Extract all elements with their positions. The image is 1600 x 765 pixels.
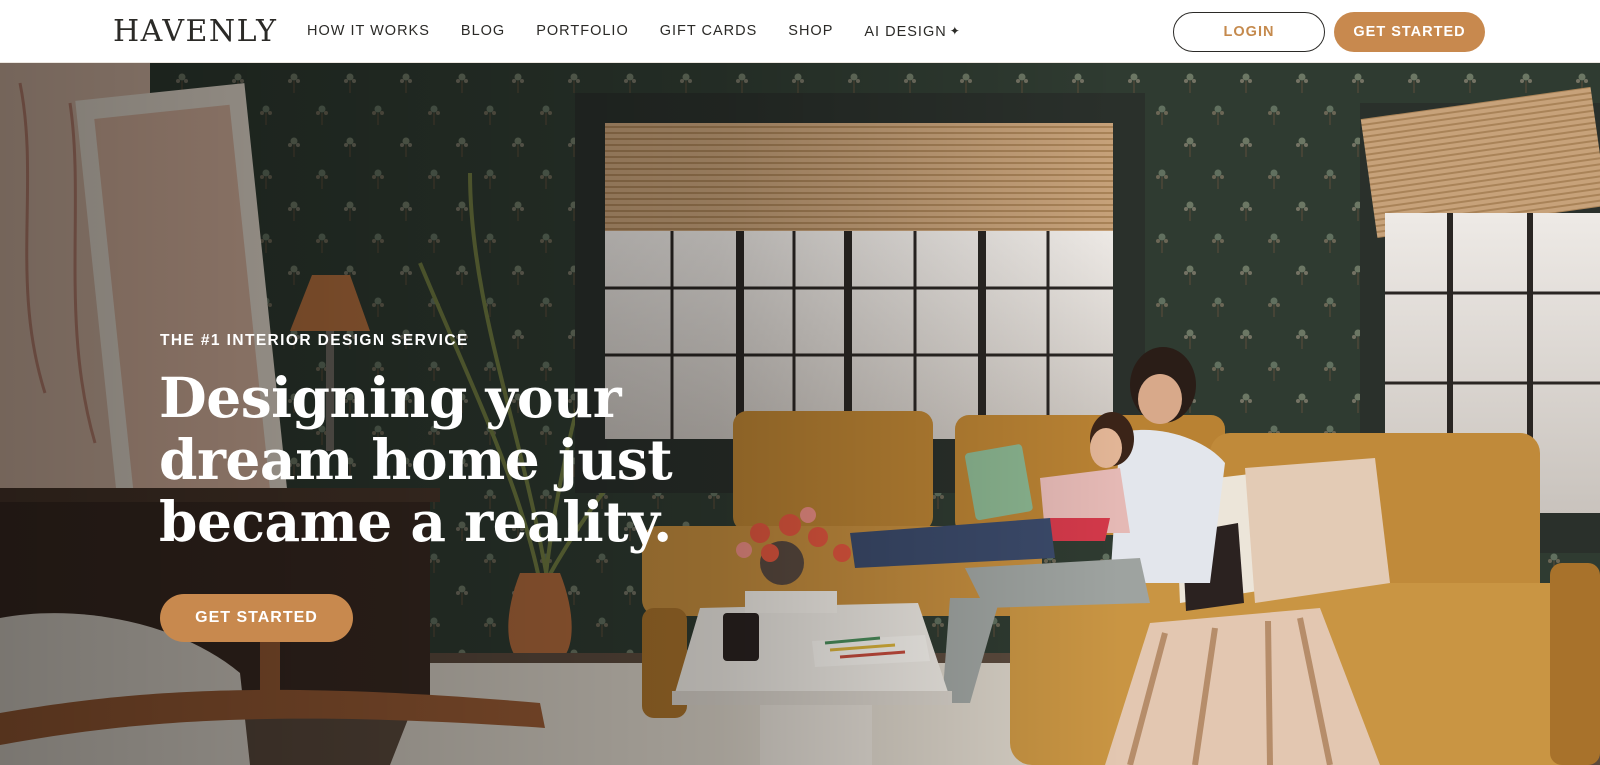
havenly-logo[interactable]: HAVENLY xyxy=(113,14,277,50)
nav-how-it-works[interactable]: HOW IT WORKS xyxy=(307,23,430,41)
nav-shop[interactable]: SHOP xyxy=(788,23,833,41)
login-button[interactable]: LOGIN xyxy=(1173,12,1325,52)
header-get-started-button[interactable]: GET STARTED xyxy=(1334,12,1485,52)
hero-headline: Designing your dream home just became a … xyxy=(159,365,673,554)
nav-gift-cards[interactable]: GIFT CARDS xyxy=(660,23,758,41)
hero-get-started-button[interactable]: GET STARTED xyxy=(160,594,353,642)
main-nav: HOW IT WORKS BLOG PORTFOLIO GIFT CARDS S… xyxy=(307,23,992,41)
nav-blog[interactable]: BLOG xyxy=(461,23,505,41)
hero-eyebrow: THE #1 INTERIOR DESIGN SERVICE xyxy=(160,332,469,349)
sparkle-icon: ✦ xyxy=(949,24,961,38)
hero-section: THE #1 INTERIOR DESIGN SERVICE Designing… xyxy=(0,63,1600,765)
nav-ai-design-label: AI DESIGN xyxy=(864,24,947,40)
nav-portfolio[interactable]: PORTFOLIO xyxy=(536,23,629,41)
nav-ai-design[interactable]: AI DESIGN ✦ xyxy=(864,23,960,41)
site-header: HAVENLY HOW IT WORKS BLOG PORTFOLIO GIFT… xyxy=(0,0,1600,63)
